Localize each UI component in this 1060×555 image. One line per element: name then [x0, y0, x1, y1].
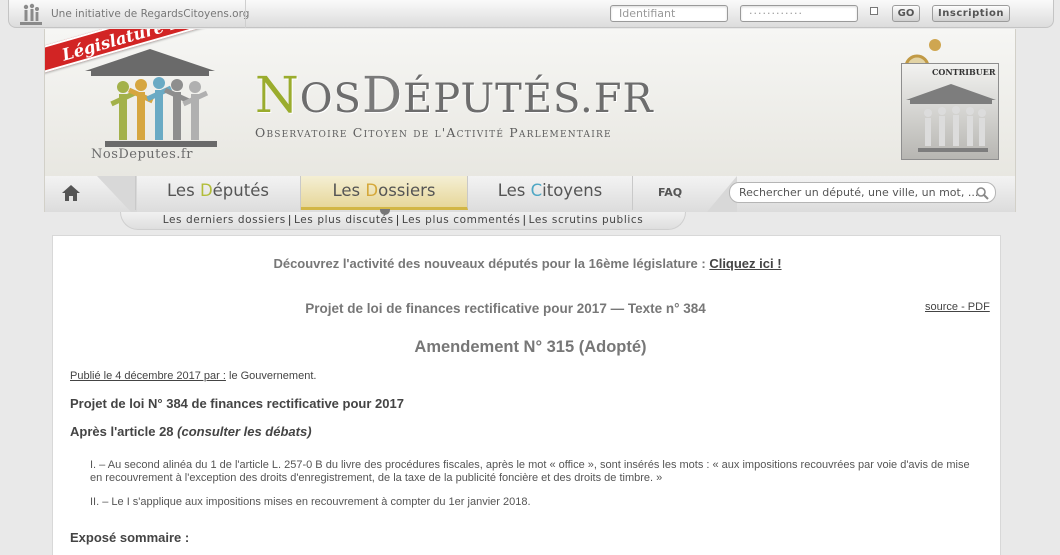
publication-author: le Gouvernement. [225, 370, 317, 382]
subnav-separator: | [522, 214, 527, 226]
title-part-deputes: ÉPUTÉS.FR [403, 76, 654, 122]
initiative-link[interactable]: Une initiative de RegardsCitoyens.org [51, 8, 249, 20]
topbar-divider [245, 0, 246, 28]
search-input[interactable]: Rechercher un député, une ville, un mot,… [729, 182, 996, 203]
banner-link[interactable]: Cliquez ici ! [709, 256, 781, 271]
subnav-separator: | [395, 214, 400, 226]
home-icon [62, 185, 80, 201]
banner-text: Découvrez l'activité des nouveaux député… [273, 256, 710, 271]
document-title[interactable]: Projet de loi de finances rectificative … [53, 301, 958, 316]
amendment-title: Amendement N° 315 (Adopté) [414, 338, 647, 356]
login-input[interactable]: Identifiant [610, 5, 728, 22]
publication-info: Publié le 4 décembre 2017 par : le Gouve… [70, 370, 316, 382]
subnav-separator: | [287, 214, 292, 226]
tab-citoyens-prefix: Les [497, 181, 531, 200]
go-button[interactable]: GO [892, 5, 920, 22]
contribute-button[interactable]: CONTRIBUER [901, 63, 999, 160]
source-pdf-link[interactable]: source - PDF [925, 301, 990, 313]
main-navigation: Les Députés Les Dossiers Les Citoyens FA… [44, 176, 1016, 212]
main-content: Découvrez l'activité des nouveaux député… [52, 235, 1001, 555]
tab-dossiers-rest: ossiers [378, 181, 436, 200]
tab-deputes-initial: D [199, 181, 213, 200]
bill-reference: Projet de loi N° 384 de finances rectifi… [70, 396, 404, 411]
password-input[interactable]: ············ [740, 5, 858, 22]
nav-diagonal-left [97, 176, 137, 212]
article-reference: Après l'article 28 (consulter les débats… [70, 424, 312, 439]
amendment-paragraph-2: II. – Le I s'applique aux impositions mi… [90, 496, 531, 508]
sub-navigation: Les derniers dossiers | Les plus discutés |… [120, 212, 686, 230]
publication-date-link[interactable]: Publié le 4 décembre 2017 par : [70, 370, 226, 382]
tab-dossiers-initial: D [365, 181, 379, 200]
title-initial-d: D [361, 66, 404, 124]
site-header: Législature 2017-2022 NosDeputes.fr NOSD… [44, 29, 1016, 176]
site-title[interactable]: NOSDÉPUTÉS.FR [255, 67, 654, 127]
title-part-os: OS [299, 76, 362, 122]
contribute-parliament-icon [906, 84, 996, 152]
tab-citoyens[interactable]: Les Citoyens [468, 176, 633, 210]
article-label: Après l'article 28 [70, 424, 178, 439]
tab-deputes-rest: éputés [212, 181, 269, 200]
tab-dossiers-prefix: Les [332, 181, 366, 200]
signup-button[interactable]: Inscription [932, 5, 1010, 22]
tab-citoyens-rest: itoyens [542, 181, 603, 200]
amendment-paragraph-1: I. – Au second alinéa du 1 de l'article … [90, 459, 970, 484]
summary-heading: Exposé sommaire : [70, 530, 190, 545]
tab-dossiers[interactable]: Les Dossiers [301, 176, 468, 210]
tab-citoyens-initial: C [530, 181, 543, 200]
tab-deputes-prefix: Les [167, 181, 200, 200]
site-subtitle: Observatoire Citoyen de l'Activité Parle… [255, 125, 612, 140]
legislature-banner: Découvrez l'activité des nouveaux député… [53, 256, 1002, 271]
debate-link[interactable]: (consulter les débats) [177, 424, 311, 439]
subnav-latest-dossiers[interactable]: Les derniers dossiers [163, 214, 286, 226]
logo-caption: NosDeputes.fr [91, 147, 193, 162]
subnav-most-discussed[interactable]: Les plus discutés [294, 214, 394, 226]
top-bar: Une initiative de RegardsCitoyens.org Id… [8, 0, 1054, 28]
tab-deputes[interactable]: Les Députés [135, 176, 301, 210]
home-button[interactable] [45, 176, 97, 210]
subnav-most-commented[interactable]: Les plus commentés [402, 214, 521, 226]
title-initial-n: N [255, 66, 300, 124]
subnav-public-votes[interactable]: Les scrutins publics [529, 214, 644, 226]
regardscitoyens-logo-icon[interactable] [20, 2, 42, 26]
remember-me-checkbox[interactable] [870, 7, 878, 15]
search-icon[interactable] [975, 186, 989, 200]
tab-faq[interactable]: FAQ [633, 176, 707, 210]
